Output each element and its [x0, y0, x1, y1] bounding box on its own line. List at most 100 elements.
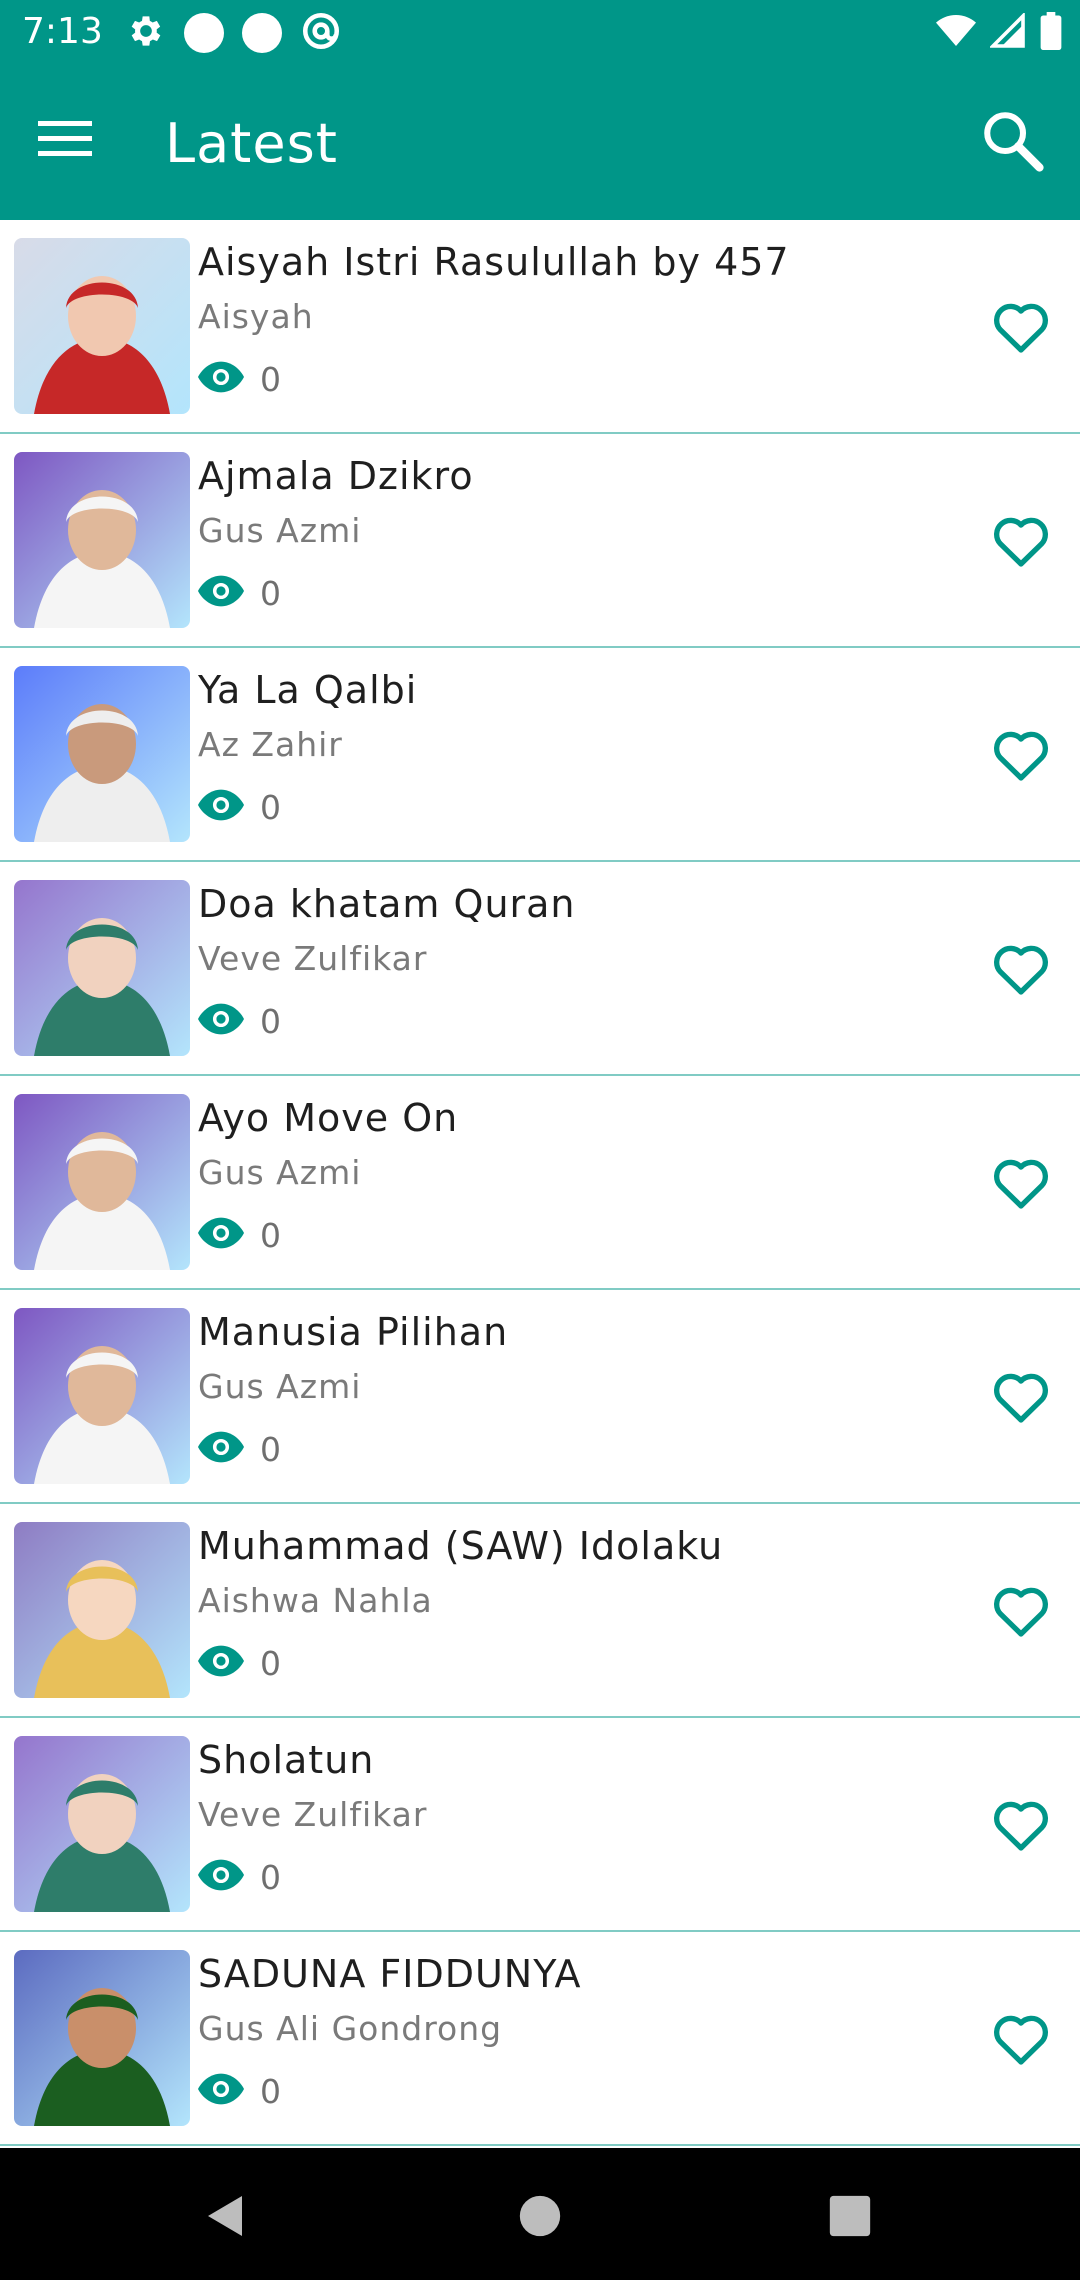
song-artist: Aisyah [198, 297, 314, 336]
song-artist: Gus Azmi [198, 1367, 362, 1406]
menu-button[interactable] [30, 106, 100, 176]
home-icon [518, 2194, 562, 2242]
heart-icon [992, 2012, 1050, 2070]
menu-icon [38, 119, 92, 163]
song-thumbnail [14, 666, 190, 842]
search-button[interactable] [972, 102, 1052, 182]
favorite-button[interactable] [984, 1576, 1058, 1650]
search-icon [979, 107, 1045, 177]
view-count: 0 [260, 1001, 281, 1041]
view-counter: 0 [198, 356, 281, 402]
view-count: 0 [260, 1643, 281, 1683]
eye-icon [198, 1003, 244, 1039]
favorite-button[interactable] [984, 2004, 1058, 2078]
circle-icon [184, 13, 224, 53]
view-count: 0 [260, 2071, 281, 2111]
circle-icon [242, 13, 282, 53]
favorite-button[interactable] [984, 1148, 1058, 1222]
song-list-item[interactable]: Manusia Pilihan Gus Azmi 0 [0, 1290, 1080, 1504]
back-icon [202, 2192, 250, 2244]
view-count: 0 [260, 1857, 281, 1897]
eye-icon [198, 789, 244, 825]
song-artist: Aishwa Nahla [198, 1581, 433, 1620]
song-list-item[interactable]: Ayo Move On Gus Azmi 0 [0, 1076, 1080, 1290]
song-title: Ayo Move On [198, 1096, 459, 1140]
status-system-icons [936, 11, 1062, 54]
eye-icon [198, 2073, 244, 2109]
favorite-button[interactable] [984, 292, 1058, 366]
battery-icon [1040, 12, 1062, 54]
status-notification-icons [126, 12, 342, 54]
view-counter: 0 [198, 784, 281, 830]
song-list-item[interactable]: Doa khatam Quran Veve Zulfikar 0 [0, 862, 1080, 1076]
song-artist: Gus Ali Gondrong [198, 2009, 503, 2048]
song-list-item[interactable]: Muhammad (SAW) Idolaku Aishwa Nahla 0 [0, 1504, 1080, 1718]
song-title: Muhammad (SAW) Idolaku [198, 1524, 724, 1568]
view-count: 0 [260, 787, 281, 827]
favorite-button[interactable] [984, 1790, 1058, 1864]
song-thumbnail [14, 880, 190, 1056]
view-count: 0 [260, 359, 281, 399]
eye-icon [198, 575, 244, 611]
song-thumbnail [14, 238, 190, 414]
heart-icon [992, 1156, 1050, 1214]
song-thumbnail [14, 1094, 190, 1270]
view-counter: 0 [198, 1640, 281, 1686]
song-thumbnail [14, 1522, 190, 1698]
recents-icon [828, 2194, 872, 2242]
status-bar: 7:13 [0, 0, 1080, 66]
heart-icon [992, 728, 1050, 786]
at-sign-icon [300, 10, 342, 56]
song-artist: Gus Azmi [198, 511, 362, 550]
song-title: SADUNA FIDDUNYA [198, 1952, 582, 1996]
heart-icon [992, 1584, 1050, 1642]
heart-icon [992, 1370, 1050, 1428]
view-counter: 0 [198, 1854, 281, 1900]
view-counter: 0 [198, 570, 281, 616]
wifi-icon [936, 14, 976, 52]
home-button[interactable] [500, 2178, 580, 2258]
view-counter: 0 [198, 1212, 281, 1258]
song-list-item[interactable]: Sholatun Veve Zulfikar 0 [0, 1718, 1080, 1932]
favorite-button[interactable] [984, 934, 1058, 1008]
song-list-item[interactable]: Aisyah Istri Rasulullah by 457 Aisyah 0 [0, 220, 1080, 434]
status-time: 7:13 [22, 11, 103, 52]
song-list[interactable]: Aisyah Istri Rasulullah by 457 Aisyah 0 [0, 220, 1080, 2146]
back-button[interactable] [186, 2178, 266, 2258]
recents-button[interactable] [810, 2178, 890, 2258]
view-counter: 0 [198, 2068, 281, 2114]
navigation-bar [0, 2148, 1080, 2280]
eye-icon [198, 1431, 244, 1467]
song-title: Ya La Qalbi [198, 668, 418, 712]
song-list-item[interactable]: Ajmala Dzikro Gus Azmi 0 [0, 434, 1080, 648]
view-counter: 0 [198, 1426, 281, 1472]
heart-icon [992, 300, 1050, 358]
song-title: Manusia Pilihan [198, 1310, 509, 1354]
song-title: Sholatun [198, 1738, 375, 1782]
view-count: 0 [260, 573, 281, 613]
eye-icon [198, 1859, 244, 1895]
song-thumbnail [14, 1308, 190, 1484]
heart-icon [992, 942, 1050, 1000]
heart-icon [992, 514, 1050, 572]
song-list-item[interactable]: Ya La Qalbi Az Zahir 0 [0, 648, 1080, 862]
eye-icon [198, 361, 244, 397]
heart-icon [992, 1798, 1050, 1856]
song-thumbnail [14, 1736, 190, 1912]
song-artist: Veve Zulfikar [198, 939, 428, 978]
view-count: 0 [260, 1215, 281, 1255]
song-thumbnail [14, 452, 190, 628]
view-count: 0 [260, 1429, 281, 1469]
view-counter: 0 [198, 998, 281, 1044]
app-bar: Latest [0, 66, 1080, 220]
song-list-item[interactable]: SADUNA FIDDUNYA Gus Ali Gondrong 0 [0, 1932, 1080, 2146]
song-title: Doa khatam Quran [198, 882, 576, 926]
song-title: Ajmala Dzikro [198, 454, 474, 498]
song-title: Aisyah Istri Rasulullah by 457 [198, 240, 790, 284]
eye-icon [198, 1645, 244, 1681]
settings-icon [126, 11, 166, 55]
page-title: Latest [165, 112, 338, 175]
favorite-button[interactable] [984, 720, 1058, 794]
favorite-button[interactable] [984, 506, 1058, 580]
favorite-button[interactable] [984, 1362, 1058, 1436]
